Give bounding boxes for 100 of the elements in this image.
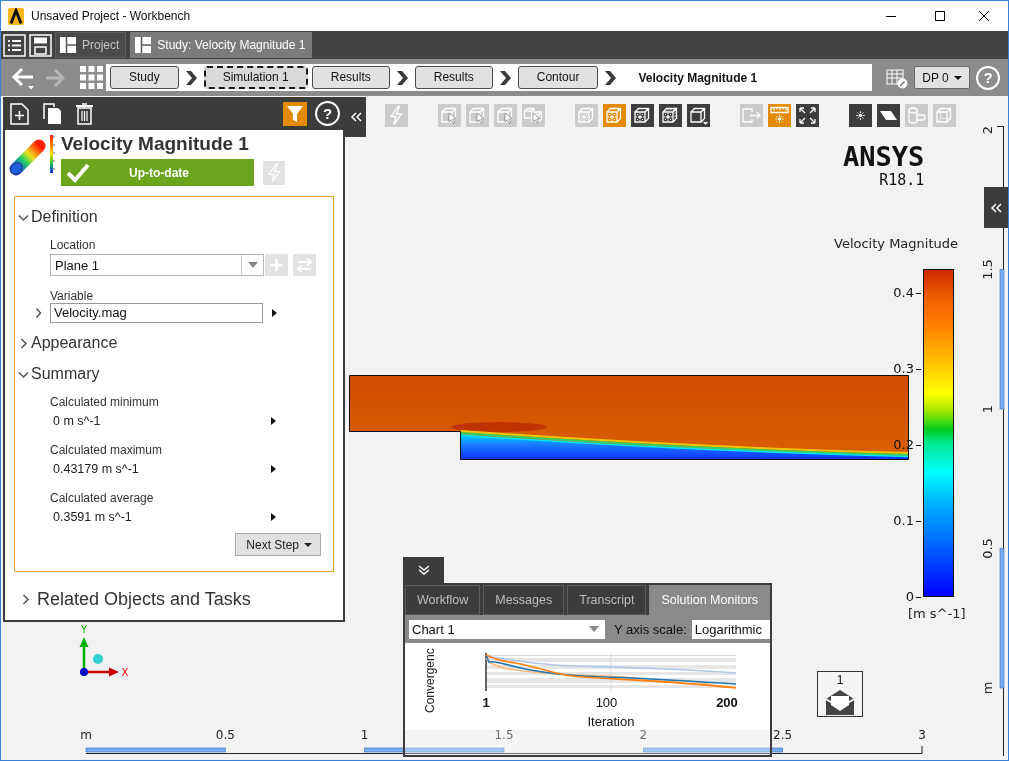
breadcrumb-button[interactable]: Contour — [517, 66, 599, 89]
ruler-label: 2 — [980, 125, 995, 135]
chart-dropdown[interactable]: Chart 1 — [409, 619, 605, 639]
field-label: Calculated maximum — [50, 443, 164, 457]
ruler-button[interactable] — [768, 104, 791, 127]
copy-icon[interactable] — [43, 102, 62, 125]
caret-right-icon[interactable] — [271, 417, 276, 425]
ruler-label: 0.5 — [980, 538, 995, 559]
help-button[interactable]: ? — [315, 101, 340, 126]
ruler-label: m — [80, 728, 92, 742]
next-step-button[interactable]: Next Step — [235, 533, 321, 556]
ruler-label: 2 — [639, 728, 648, 742]
cylinder-icon — [906, 105, 927, 126]
breadcrumb-button[interactable]: Simulation 1 — [203, 66, 308, 89]
section-toggle[interactable]: Definition — [18, 206, 98, 228]
ruler-label: m — [980, 681, 995, 695]
ruler-label: 1.5 — [980, 259, 995, 280]
expression-field[interactable]: Velocity.mag — [50, 303, 263, 323]
legend-tick-label: 0.4 — [893, 286, 921, 300]
chevron-right-icon — [395, 69, 408, 86]
lighting-button[interactable] — [659, 104, 682, 127]
axis-label: X — [121, 667, 129, 678]
list-menu-icon[interactable] — [3, 33, 26, 57]
caret-down-icon — [247, 262, 258, 268]
field-label: Calculated average — [50, 491, 155, 505]
panel-tab[interactable]: Messages — [483, 585, 565, 615]
section-toggle[interactable]: Appearance — [18, 332, 118, 354]
ruler-label: 1.5 — [494, 728, 514, 742]
layout-icon — [135, 37, 152, 53]
logo-text: ANSYS — [843, 142, 925, 172]
caret-down-icon — [589, 626, 599, 632]
table-edit-icon[interactable] — [886, 66, 908, 89]
breadcrumb-button[interactable]: Study — [110, 66, 179, 89]
grid-icon[interactable] — [80, 66, 103, 89]
chevron-icon[interactable] — [35, 307, 43, 319]
new-document-icon[interactable] — [10, 102, 29, 125]
double-chevron-left-icon — [349, 112, 362, 122]
envelope-icon — [825, 689, 855, 716]
ruler-icon — [769, 105, 790, 126]
workspace-tab[interactable]: Project — [55, 32, 127, 58]
fit-view-button[interactable] — [796, 104, 819, 127]
workspace-tab[interactable]: Study: Velocity Magnitude 1 — [130, 32, 313, 58]
expand-arrows-icon — [797, 105, 818, 126]
scale-field[interactable]: Logarithmic — [691, 619, 770, 639]
dropdown-field[interactable]: Plane 1 — [50, 254, 264, 276]
window-title: Unsaved Project - Workbench — [31, 9, 191, 23]
collapse-button[interactable] — [345, 97, 366, 137]
export-icon — [741, 105, 762, 126]
caret-right-icon[interactable] — [271, 513, 276, 521]
lighting-button[interactable] — [631, 104, 654, 127]
checkmark-icon — [65, 161, 91, 184]
cube-cursor-icon — [495, 105, 516, 126]
legend-tick-label: 0.3 — [893, 362, 921, 376]
ruler-label: 2.5 — [773, 728, 793, 742]
tick-label: 200 — [716, 695, 738, 710]
collapse-button[interactable] — [984, 187, 1008, 228]
legend-unit: [m s^-1] — [908, 606, 966, 621]
caret-down-icon — [953, 75, 962, 80]
notification-button[interactable]: 1 — [817, 671, 863, 717]
breadcrumb-button[interactable]: Results — [414, 66, 493, 89]
design-point-button[interactable]: DP 0 — [914, 66, 970, 89]
panel-tab[interactable]: Workflow — [405, 585, 481, 615]
maximize-icon[interactable] — [934, 10, 946, 22]
ruler-label: 1 — [980, 404, 995, 414]
point-button[interactable] — [849, 104, 872, 127]
chevron-right-icon — [498, 69, 511, 86]
close-icon[interactable] — [978, 10, 990, 22]
save-icon[interactable] — [29, 33, 52, 57]
caret-right-icon[interactable] — [271, 465, 276, 473]
panel-tab[interactable]: Transcript — [567, 585, 647, 615]
ruler-label: 0.5 — [215, 728, 235, 742]
view-menu-button[interactable] — [687, 104, 710, 127]
cube-cursor-icon — [439, 105, 460, 126]
field-value: 0.3591 m s^-1 — [52, 510, 132, 524]
breadcrumb-button[interactable]: Results — [311, 66, 390, 89]
field-value: 0.43179 m s^-1 — [52, 462, 139, 476]
chevron-right-icon — [604, 69, 617, 86]
legend-title: Velocity Magnitude — [834, 236, 958, 252]
app-logo-icon — [8, 7, 24, 25]
object-title: Velocity Magnitude 1 — [61, 133, 250, 155]
field-label: Calculated minimum — [50, 395, 160, 409]
collapse-tab[interactable] — [403, 557, 444, 583]
section-toggle[interactable]: Related Objects and Tasks — [20, 587, 251, 611]
lightning-icon — [267, 162, 281, 183]
field-value: 0 m s^-1 — [52, 414, 101, 428]
filter-icon[interactable] — [283, 101, 307, 126]
tick-label: 100 — [595, 695, 618, 710]
plane-button[interactable] — [877, 104, 900, 127]
caret-down-icon — [304, 542, 312, 547]
double-chevron-left-icon — [990, 202, 1002, 213]
cube-menu-icon — [688, 105, 709, 126]
back-arrow-icon[interactable] — [10, 65, 36, 90]
legend-tick-label: 0.1 — [893, 514, 921, 528]
breadcrumb-current: Velocity Magnitude 1 — [638, 70, 758, 85]
trash-icon[interactable] — [75, 102, 94, 125]
caret-right-icon[interactable] — [272, 309, 277, 317]
layout-icon — [60, 37, 76, 53]
scale-label: Y axis scale: — [614, 621, 687, 637]
cubes-cursor-icon — [523, 105, 544, 126]
section-toggle[interactable]: Summary — [18, 363, 100, 385]
